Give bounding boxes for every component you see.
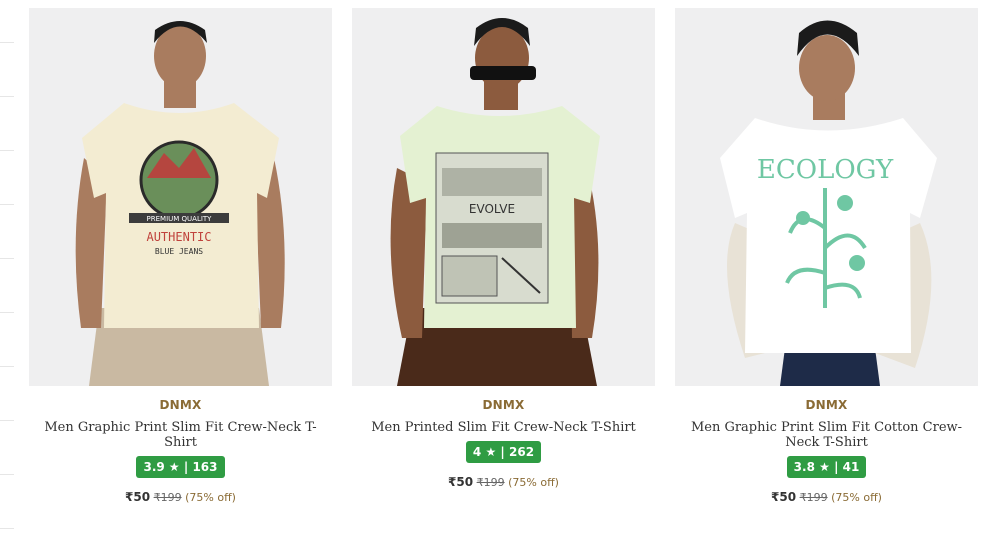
rating-badge: 4 ★ | 262 <box>465 441 542 463</box>
sale-price: ₹50 <box>771 490 797 504</box>
product-brand: DNMX <box>482 398 525 412</box>
rating-value: 3.8 <box>793 460 815 474</box>
rating-value: 4 <box>472 445 482 459</box>
rating-separator: | <box>834 460 839 474</box>
product-card[interactable]: EVOLVE DNMX Men Printed Slim Fit Crew-Ne… <box>352 8 655 489</box>
original-price: ₹199 <box>476 476 505 489</box>
tee-print-text: AUTHENTIC <box>146 230 211 244</box>
original-price: ₹199 <box>153 491 182 504</box>
sidebar-filter-edge <box>0 0 14 560</box>
sale-price: ₹50 <box>125 490 151 504</box>
rating-count: 41 <box>842 460 860 474</box>
original-price: ₹199 <box>799 491 828 504</box>
product-name[interactable]: Men Printed Slim Fit Crew-Neck T-Shirt <box>352 420 655 435</box>
rating-separator: | <box>500 445 505 459</box>
rating-count: 262 <box>509 445 535 459</box>
product-card[interactable]: PREMIUM QUALITY AUTHENTIC BLUE JEANS DNM… <box>29 8 332 504</box>
product-name[interactable]: Men Graphic Print Slim Fit Crew-Neck T-S… <box>29 420 332 450</box>
tee-print-text: ECOLOGY <box>757 155 894 185</box>
product-card[interactable]: ECOLOGY DNMX Men Graphic Print Slim Fit … <box>675 8 978 504</box>
rating-count: 163 <box>192 460 218 474</box>
product-price: ₹50 ₹199 (75% off) <box>675 490 978 504</box>
tee-print-text: EVOLVE <box>469 202 515 216</box>
discount-label: (75% off) <box>185 491 236 504</box>
product-price: ₹50 ₹199 (75% off) <box>352 475 655 489</box>
product-name[interactable]: Men Graphic Print Slim Fit Cotton Crew-N… <box>675 420 978 450</box>
product-brand: DNMX <box>805 398 848 412</box>
star-icon: ★ <box>819 460 830 474</box>
product-brand: DNMX <box>159 398 202 412</box>
star-icon: ★ <box>485 445 497 459</box>
product-image[interactable]: PREMIUM QUALITY AUTHENTIC BLUE JEANS <box>29 8 332 386</box>
product-image[interactable]: ECOLOGY <box>675 8 978 386</box>
rating-separator: | <box>183 460 189 474</box>
discount-label: (75% off) <box>508 476 559 489</box>
product-price: ₹50 ₹199 (75% off) <box>29 490 332 504</box>
rating-value: 3.9 <box>143 460 165 474</box>
tee-print-text: BLUE JEANS <box>155 247 203 256</box>
sale-price: ₹50 <box>448 475 474 489</box>
rating-badge: 3.9 ★ | 163 <box>136 456 225 478</box>
star-icon: ★ <box>168 460 180 474</box>
product-image[interactable]: EVOLVE <box>352 8 655 386</box>
tee-print-text: PREMIUM QUALITY <box>147 215 213 223</box>
discount-label: (75% off) <box>831 491 882 504</box>
rating-badge: 3.8 ★ | 41 <box>786 456 867 478</box>
